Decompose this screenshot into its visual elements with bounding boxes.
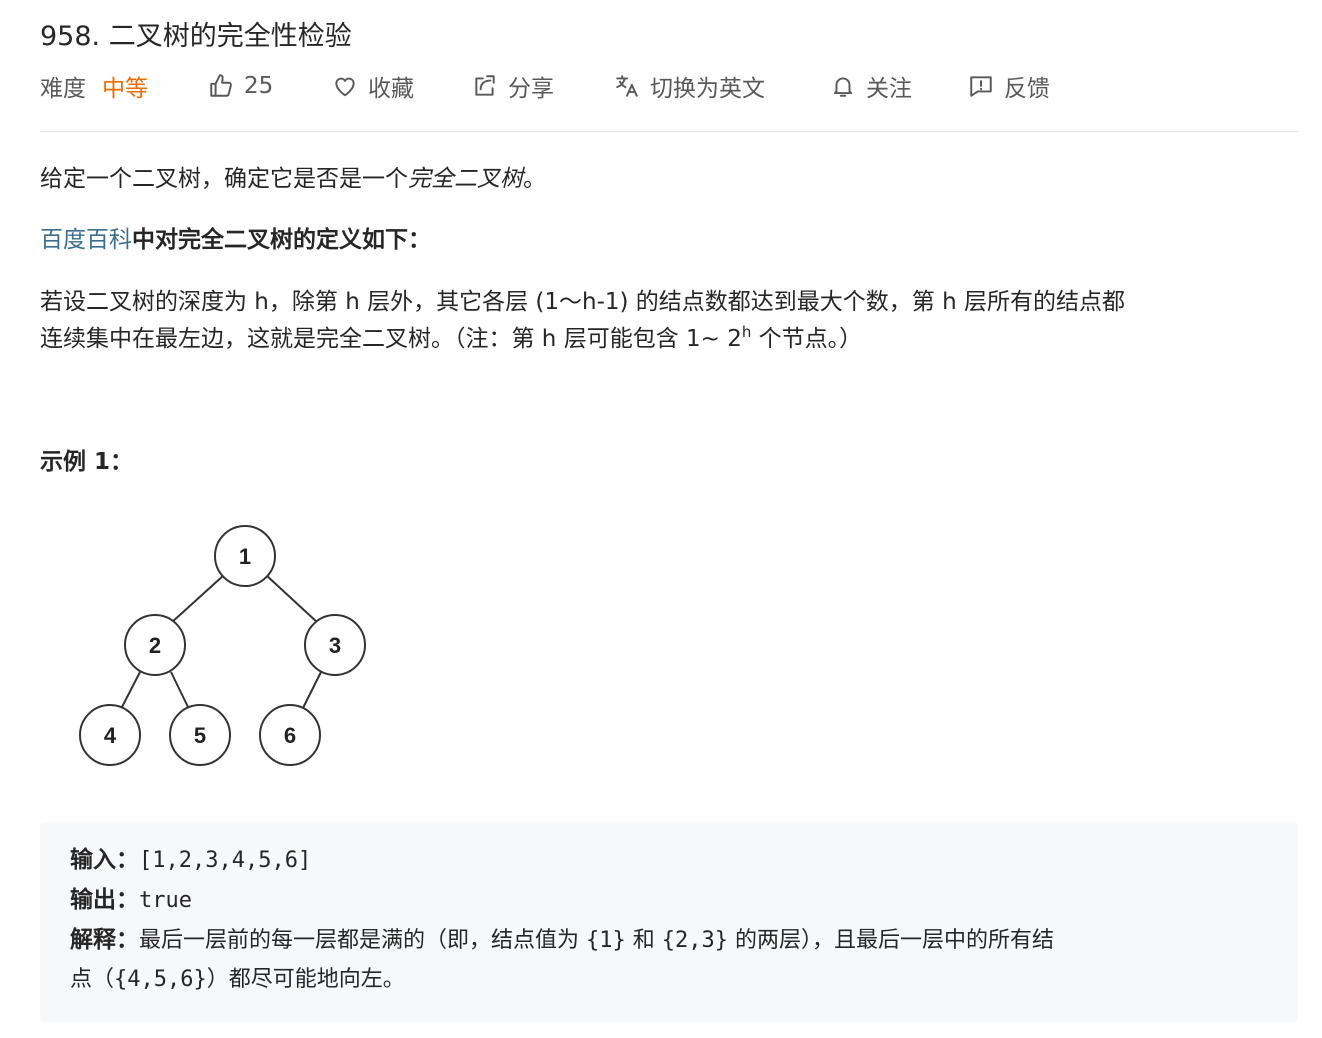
definition-line-2: 连续集中在最左边，这就是完全二叉树。（注：第 h 层可能包含 1~ 2h 个节点… — [40, 321, 862, 358]
translate-button[interactable]: 切换为英文 — [614, 68, 765, 104]
problem-toolbar: 难度 中等 25 收藏 分享 切换为英文 关注 反馈 — [40, 68, 1300, 104]
translate-icon — [616, 75, 638, 97]
bell-icon — [833, 77, 853, 97]
tree-edge — [265, 574, 319, 624]
heart-icon — [335, 77, 355, 97]
example-explanation-1: 解释：最后一层前的每一层都是满的（即，结点值为 {1} 和 {2,3} 的两层）… — [70, 920, 1054, 961]
example-tree-diagram: 1 2 3 4 5 6 — [79, 525, 366, 766]
definition-line-1: 若设二叉树的深度为 h，除第 h 层外，其它各层 (1～h-1) 的结点数都达到… — [40, 289, 1125, 315]
definition-line-2a: 连续集中在最左边，这就是完全二叉树。（注：第 h 层可能包含 1~ 2 — [40, 326, 742, 352]
difficulty-badge: 中等 — [102, 76, 148, 102]
feedback-button[interactable]: 反馈 — [968, 68, 1050, 104]
thumbs-up-icon — [210, 74, 232, 97]
example-heading: 示例 1： — [40, 449, 134, 475]
feedback-label: 反馈 — [1004, 76, 1050, 102]
share-icon — [475, 75, 495, 96]
tree-edge — [170, 671, 189, 708]
tree-node-label: 6 — [284, 723, 296, 748]
translate-label: 切换为英文 — [650, 76, 765, 102]
explain-text: 和 — [625, 928, 662, 953]
difficulty-label: 难度 — [40, 76, 86, 102]
explain-code: {4,5,6} — [114, 967, 207, 992]
description-intro: 给定一个二叉树，确定它是否是一个完全二叉树。 — [40, 161, 546, 198]
explain-text: 点（ — [70, 967, 115, 992]
explain-code: {2,3} — [661, 928, 728, 953]
explain-text: ）都尽可能地向左。 — [206, 967, 405, 992]
definition-heading: 百度百科中对完全二叉树的定义如下： — [40, 222, 431, 259]
example-explanation-2: 点（{4,5,6}）都尽可能地向左。 — [70, 960, 405, 1000]
like-button[interactable]: 25 — [208, 68, 273, 104]
header-divider — [40, 131, 1298, 132]
explain-label: 解释： — [70, 927, 139, 953]
output-value: true — [139, 888, 192, 913]
explain-code: {1} — [586, 928, 626, 953]
tree-edge — [302, 671, 322, 709]
follow-button[interactable]: 关注 — [830, 68, 912, 104]
tree-node-label: 5 — [194, 723, 206, 748]
definition-heading-text: 中对完全二叉树的定义如下： — [132, 227, 431, 253]
output-label: 输出： — [70, 887, 139, 913]
feedback-icon — [970, 76, 992, 97]
example-block: 输入：[1,2,3,4,5,6] 输出：true 解释：最后一层前的每一层都是满… — [40, 822, 1298, 1022]
tree-node-label: 4 — [104, 723, 117, 748]
tree-node-label: 1 — [239, 544, 251, 569]
like-count: 25 — [244, 73, 274, 99]
explain-text: 最后一层前的每一层都是满的（即，结点值为 — [139, 928, 586, 953]
explain-text: 的两层），且最后一层中的所有结 — [727, 928, 1054, 953]
input-label: 输入： — [70, 847, 139, 873]
difficulty: 难度 中等 — [40, 68, 148, 104]
tree-edge — [170, 574, 225, 624]
share-button[interactable]: 分享 — [472, 68, 554, 104]
definition-line-2b: 个节点。） — [751, 326, 863, 352]
intro-emphasis: 完全二叉树 — [408, 166, 523, 192]
share-label: 分享 — [508, 76, 554, 102]
problem-page: 958. 二叉树的完全性检验 难度 中等 25 收藏 分享 切换为英文 关注 反… — [0, 0, 1322, 1038]
tree-node-label: 3 — [329, 633, 341, 658]
input-value: [1,2,3,4,5,6] — [139, 848, 312, 873]
favorite-label: 收藏 — [368, 76, 414, 102]
baike-link[interactable]: 百度百科 — [40, 227, 132, 253]
follow-label: 关注 — [866, 76, 912, 102]
intro-text: 给定一个二叉树，确定它是否是一个 — [40, 166, 408, 192]
problem-title: 958. 二叉树的完全性检验 — [40, 21, 352, 52]
favorite-button[interactable]: 收藏 — [332, 68, 414, 104]
intro-end: 。 — [523, 166, 546, 192]
tree-node-label: 2 — [149, 633, 161, 658]
example-input: 输入：[1,2,3,4,5,6] — [70, 840, 311, 881]
tree-edge — [121, 671, 141, 708]
example-output: 输出：true — [70, 880, 192, 921]
definition-superscript: h — [741, 323, 752, 341]
